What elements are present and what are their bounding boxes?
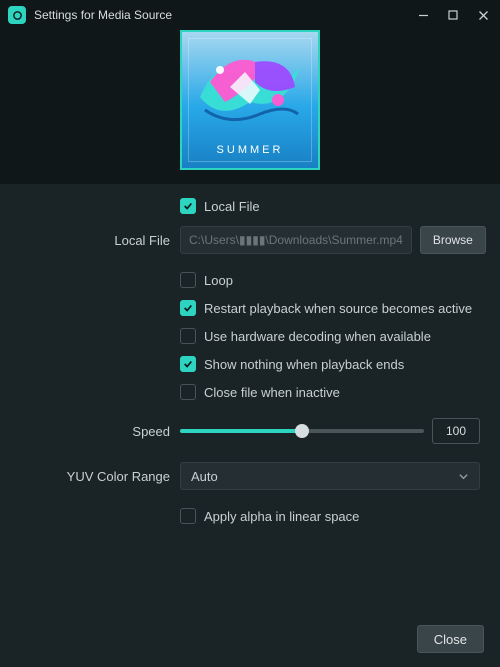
app-icon	[8, 6, 26, 24]
speed-slider[interactable]	[180, 421, 424, 441]
local-file-checkbox[interactable]	[180, 198, 196, 214]
title-bar: Settings for Media Source	[0, 0, 500, 30]
restart-playback-checkbox[interactable]	[180, 300, 196, 316]
settings-form: Local File Local File C:\Users\▮▮▮▮\Down…	[0, 184, 500, 544]
show-nothing-checkbox[interactable]	[180, 356, 196, 372]
close-window-button[interactable]	[474, 6, 492, 24]
media-preview-thumbnail[interactable]: SUMMER	[180, 30, 320, 170]
local-file-label: Local File	[20, 233, 170, 248]
speed-label: Speed	[20, 424, 170, 439]
restart-playback-checkbox-label[interactable]: Restart playback when source becomes act…	[204, 301, 472, 316]
loop-checkbox-label[interactable]: Loop	[204, 273, 233, 288]
close-file-checkbox[interactable]	[180, 384, 196, 400]
yuv-color-range-value: Auto	[191, 469, 218, 484]
footer-bar: Close	[0, 615, 500, 667]
album-art-graphic	[190, 42, 310, 142]
hardware-decoding-checkbox[interactable]	[180, 328, 196, 344]
show-nothing-checkbox-label[interactable]: Show nothing when playback ends	[204, 357, 404, 372]
maximize-button[interactable]	[444, 6, 462, 24]
close-file-checkbox-label[interactable]: Close file when inactive	[204, 385, 340, 400]
apply-alpha-checkbox-label[interactable]: Apply alpha in linear space	[204, 509, 359, 524]
window-title: Settings for Media Source	[34, 8, 414, 22]
chevron-down-icon	[458, 471, 469, 482]
speed-value-input[interactable]: 100	[432, 418, 480, 444]
yuv-color-range-label: YUV Color Range	[20, 469, 170, 484]
hardware-decoding-checkbox-label[interactable]: Use hardware decoding when available	[204, 329, 431, 344]
preview-area: SUMMER	[0, 30, 500, 184]
album-art-text: SUMMER	[182, 144, 318, 156]
browse-button[interactable]: Browse	[420, 226, 486, 254]
close-button[interactable]: Close	[417, 625, 484, 653]
apply-alpha-checkbox[interactable]	[180, 508, 196, 524]
local-file-checkbox-label[interactable]: Local File	[204, 199, 260, 214]
loop-checkbox[interactable]	[180, 272, 196, 288]
local-file-path-input[interactable]: C:\Users\▮▮▮▮\Downloads\Summer.mp4	[180, 226, 412, 254]
yuv-color-range-select[interactable]: Auto	[180, 462, 480, 490]
minimize-button[interactable]	[414, 6, 432, 24]
